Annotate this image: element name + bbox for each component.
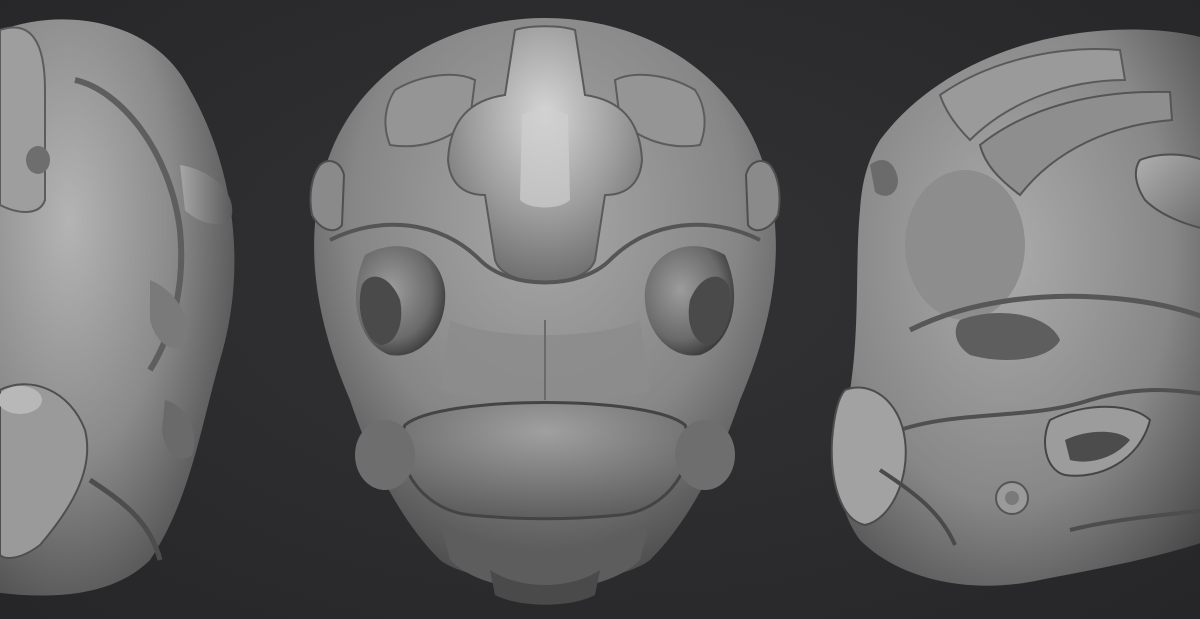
head-sculpt-front-view (290, 0, 800, 619)
sculpt-render-canvas (0, 0, 1200, 619)
head-sculpt-back-render (0, 19, 235, 596)
head-sculpt-front-render (309, 18, 781, 605)
head-sculpt-side-view (790, 0, 1200, 619)
head-sculpt-back-view (0, 0, 300, 619)
head-sculpt-side-render (830, 29, 1200, 586)
